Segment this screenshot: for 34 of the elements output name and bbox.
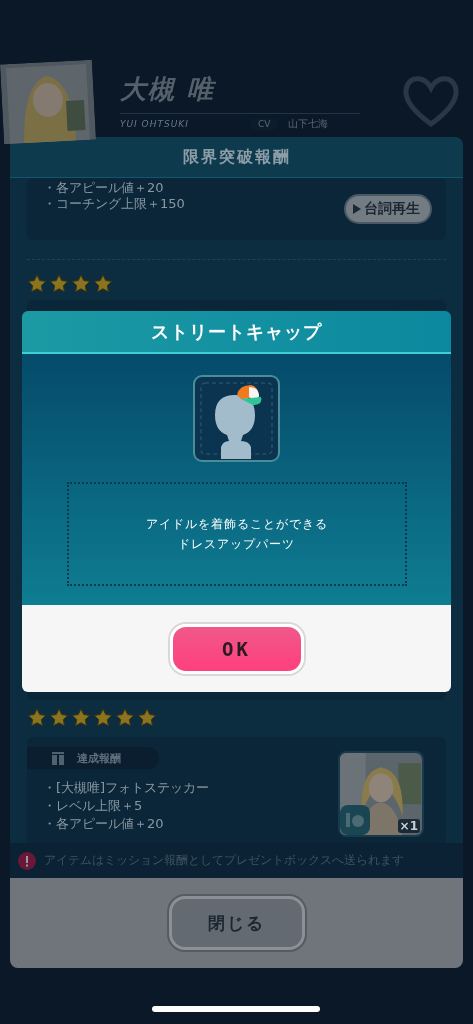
reward-line: ・レベル上限＋5 xyxy=(43,797,143,815)
avatar-cap-icon xyxy=(193,375,280,462)
star-icon xyxy=(115,708,135,728)
star-icon xyxy=(49,274,69,294)
star-icon xyxy=(93,708,113,728)
gift-icon xyxy=(51,751,65,765)
quantity-label: ×1 xyxy=(397,819,420,833)
reward-line: ・コーチング上限＋150 xyxy=(43,196,185,212)
sticker-icon xyxy=(340,805,370,835)
reward-line: ・各アピール値＋20 xyxy=(43,815,164,833)
alert-icon xyxy=(18,851,36,870)
star-icon xyxy=(49,708,69,728)
star-icon xyxy=(27,274,47,294)
play-icon xyxy=(352,203,362,215)
ok-button[interactable]: OK xyxy=(169,623,304,674)
star-icon xyxy=(93,274,113,294)
star-icon xyxy=(27,708,47,728)
star-icon xyxy=(71,708,91,728)
reward-line: ・[大槻唯]フォトステッカー xyxy=(43,779,210,797)
reward-line: ・各アピール値＋20 xyxy=(43,180,164,196)
voice-actor-name: 山下七海 xyxy=(288,117,329,131)
achievement-badge: 達成報酬 xyxy=(27,747,159,769)
idol-name: 大槻 唯 xyxy=(120,73,216,106)
dialog-title: ストリートキャップ xyxy=(22,311,451,354)
star-icon xyxy=(71,274,91,294)
idol-romaji-name: YUI OHTSUKI xyxy=(120,119,190,129)
close-button[interactable]: 閉じる xyxy=(168,896,305,950)
voice-play-button[interactable]: 台詞再生 xyxy=(344,194,432,224)
item-description: ドレスアップパーツ xyxy=(178,536,295,553)
item-description: アイドルを着飾ることができる xyxy=(145,516,328,533)
cv-label: CV xyxy=(250,118,279,130)
sticker-thumbnail[interactable]: ×1 xyxy=(338,751,424,837)
star-icon xyxy=(137,708,157,728)
panel-title: 限界突破報酬 xyxy=(10,137,463,178)
